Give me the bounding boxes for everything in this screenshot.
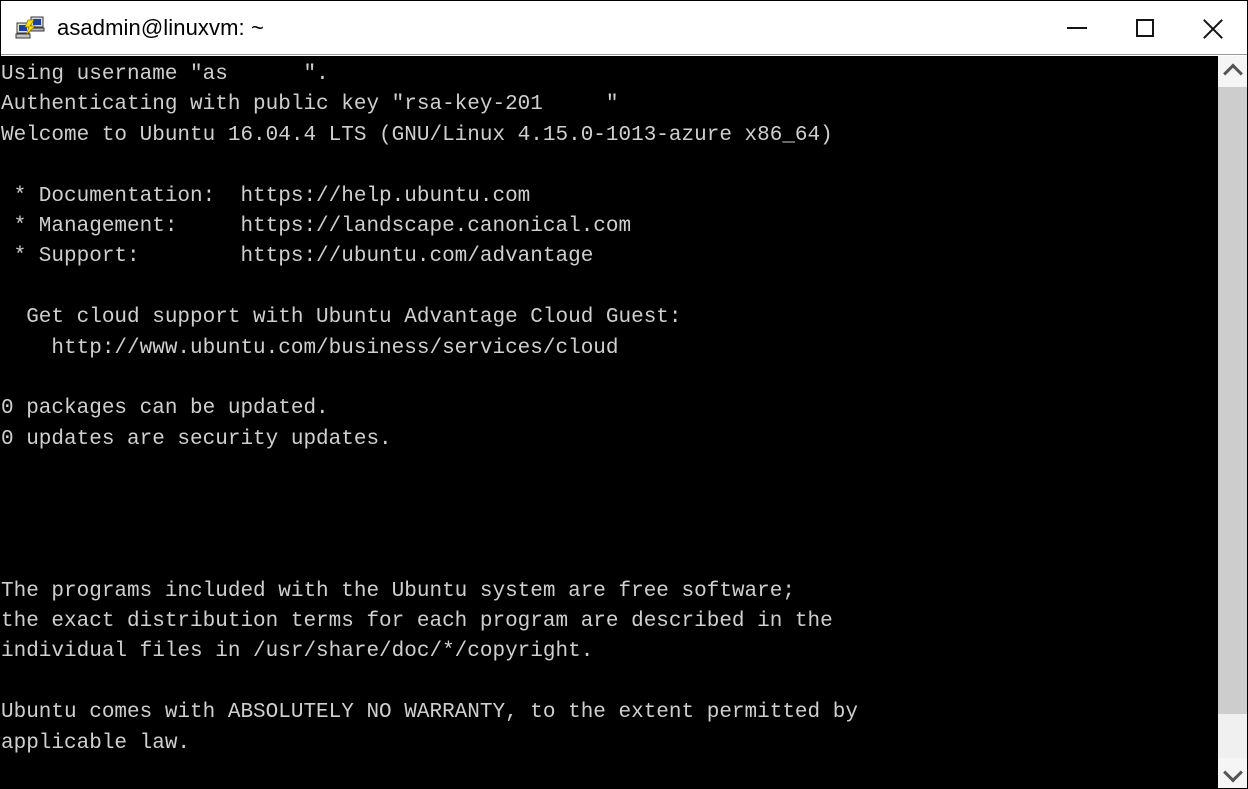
terminal-line-text: Authenticating with public key "rsa-key-… [1,93,543,117]
terminal-line-text: Get cloud support with Ubuntu Advantage … [1,306,682,330]
terminal-line: Welcome to Ubuntu 16.04.4 LTS (GNU/Linux… [1,121,1217,151]
terminal-line-text: Welcome to Ubuntu 16.04.4 LTS (GNU/Linux… [1,123,833,147]
minimize-button[interactable] [1043,1,1111,54]
terminal-screen[interactable]: Using username "as ". Authenticating wit… [1,56,1217,788]
putty-window: asadmin@linuxvm: ~ Using username "as ".… [0,0,1248,789]
terminal-line: individual files in /usr/share/doc/*/cop… [1,637,1217,667]
redacted-text [542,90,606,121]
terminal-line-text: * Documentation: https://help.ubuntu.com [1,184,531,208]
terminal-line-text: the exact distribution terms for each pr… [1,610,833,634]
maximize-button[interactable] [1111,1,1179,54]
terminal-line: http://www.ubuntu.com/business/services/… [1,334,1217,364]
scroll-up-button[interactable] [1218,56,1247,87]
terminal-line-text: Ubuntu comes with ABSOLUTELY NO WARRANTY… [1,701,858,725]
terminal-line: Get cloud support with Ubuntu Advantage … [1,303,1217,333]
terminal-scrollbar[interactable] [1217,56,1247,788]
terminal-line-text: individual files in /usr/share/doc/*/cop… [1,640,594,664]
scrollbar-track[interactable] [1218,87,1247,758]
title-bar-left: asadmin@linuxvm: ~ [1,1,1043,54]
close-button[interactable] [1179,1,1247,54]
terminal-line-text: * Support: https://ubuntu.com/advantage [1,245,594,269]
terminal-line: * Support: https://ubuntu.com/advantage [1,242,1217,272]
terminal-area: Using username "as ". Authenticating wit… [1,56,1247,788]
window-title: asadmin@linuxvm: ~ [57,14,264,40]
terminal-line: The programs included with the Ubuntu sy… [1,577,1217,607]
terminal-output: Using username "as ". Authenticating wit… [1,56,1217,788]
terminal-line: Authenticating with public key "rsa-key-… [1,90,1217,121]
terminal-line: 0 packages can be updated. [1,394,1217,424]
terminal-line: * Management: https://landscape.canonica… [1,212,1217,242]
window-controls [1043,1,1247,54]
close-icon [1201,16,1225,40]
chevron-up-icon [1222,63,1243,83]
terminal-line-text: http://www.ubuntu.com/business/services/… [1,336,619,360]
terminal-line-text: * Management: https://landscape.canonica… [1,214,632,238]
terminal-line-text: 0 packages can be updated. [1,397,329,421]
terminal-line: 0 updates are security updates. [1,425,1217,455]
terminal-line-text: Using username "as [1,63,228,86]
terminal-line: * Documentation: https://help.ubuntu.com [1,182,1217,212]
terminal-line-text: The programs included with the Ubuntu sy… [1,579,795,603]
title-bar[interactable]: asadmin@linuxvm: ~ [1,1,1247,55]
scroll-down-button[interactable] [1218,758,1247,788]
terminal-line-suffix: " [605,93,619,117]
redacted-text [227,60,304,91]
terminal-line-suffix: ". [303,63,329,86]
terminal-line: Ubuntu comes with ABSOLUTELY NO WARRANTY… [1,698,1217,728]
maximize-icon [1136,18,1154,37]
minimize-icon [1067,26,1087,29]
scrollbar-thumb[interactable] [1218,87,1247,714]
terminal-line-text: 0 updates are security updates. [1,427,392,451]
putty-icon [15,13,45,43]
terminal-line: Using username "as ". [1,60,1217,91]
terminal-line-text: applicable law. [1,731,191,755]
terminal-line: the exact distribution terms for each pr… [1,607,1217,637]
chevron-down-icon [1222,762,1243,782]
terminal-line: applicable law. [1,729,1217,759]
